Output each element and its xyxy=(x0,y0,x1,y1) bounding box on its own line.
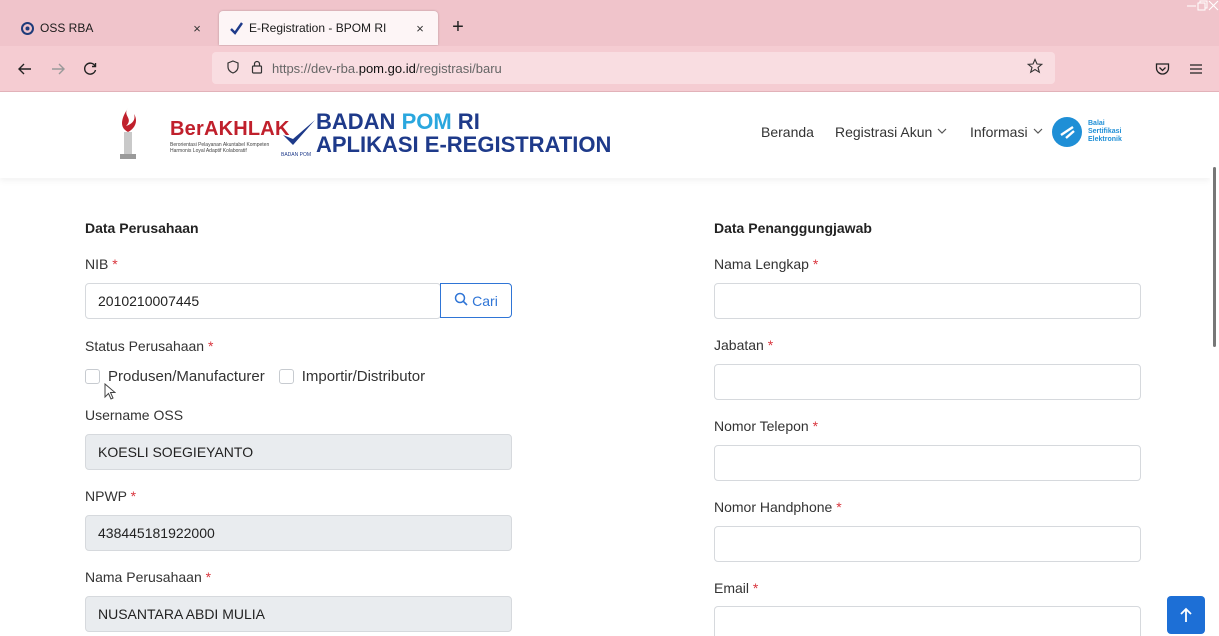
minimize-icon[interactable] xyxy=(1186,0,1197,32)
nama-perusahaan-label: Nama Perusahaan * xyxy=(85,569,212,585)
chevron-down-icon xyxy=(1033,127,1043,138)
address-bar[interactable]: https://dev-rba.pom.go.id/registrasi/bar… xyxy=(212,52,1055,84)
scroll-to-top-button[interactable] xyxy=(1167,596,1205,634)
lock-icon[interactable] xyxy=(248,60,266,77)
restore-icon[interactable] xyxy=(1197,0,1208,32)
close-icon[interactable]: × xyxy=(189,21,205,36)
reload-icon[interactable] xyxy=(79,58,101,80)
npwp-input[interactable]: 438445181922000 xyxy=(85,515,512,551)
oss-icon xyxy=(20,21,34,35)
tab-title: OSS RBA xyxy=(40,21,94,35)
bpom-small-text: BADAN POM xyxy=(281,152,312,158)
berakhlak-torch-logo xyxy=(120,108,136,159)
back-arrow-icon[interactable] xyxy=(14,58,36,80)
bpom-check-logo xyxy=(283,120,315,145)
jabatan-input[interactable] xyxy=(714,364,1141,400)
checkbox-importir-label[interactable]: Importir/Distributor xyxy=(302,368,425,385)
forward-arrow-icon[interactable] xyxy=(47,58,69,80)
app-title: BADAN POM RI APLIKASI E-REGISTRATION xyxy=(316,109,612,157)
window-controls xyxy=(1186,0,1219,32)
nama-perusahaan-input[interactable]: NUSANTARA ABDI MULIA xyxy=(85,596,512,632)
pocket-icon[interactable] xyxy=(1151,58,1173,80)
browser-nav-bar: https://dev-rba.pom.go.id/registrasi/bar… xyxy=(0,46,1219,92)
page-scrollbar[interactable] xyxy=(1210,92,1219,636)
section-title-company: Data Perusahaan xyxy=(85,220,199,236)
scrollbar-thumb[interactable] xyxy=(1213,167,1216,347)
menu-registrasi-akun[interactable]: Registrasi Akun xyxy=(835,124,947,140)
menu-informasi[interactable]: Informasi xyxy=(970,124,1043,140)
npwp-label: NPWP * xyxy=(85,488,137,504)
tab-e-registration[interactable]: E-Registration - BPOM RI × xyxy=(219,11,438,45)
section-title-responsible: Data Penanggungjawab xyxy=(714,220,872,236)
hamburger-menu-icon[interactable] xyxy=(1185,58,1207,80)
url-text[interactable]: https://dev-rba.pom.go.id/registrasi/bar… xyxy=(272,61,502,76)
search-icon xyxy=(454,292,468,309)
window-close-icon[interactable] xyxy=(1208,0,1219,32)
site-header: BerAKHLAK Berorientasi Pelayanan Akuntab… xyxy=(0,92,1210,178)
berakhlak-logo: BerAKHLAK Berorientasi Pelayanan Akuntab… xyxy=(170,118,290,154)
nomor-handphone-label: Nomor Handphone * xyxy=(714,499,842,515)
close-icon[interactable]: × xyxy=(412,21,428,36)
bookmark-star-icon[interactable] xyxy=(1026,58,1044,79)
mouse-cursor-icon xyxy=(104,382,117,403)
nib-input[interactable]: 2010210007445 xyxy=(85,283,441,319)
shield-icon[interactable] xyxy=(224,59,242,77)
menu-beranda[interactable]: Beranda xyxy=(761,124,814,140)
checkbox-produsen-label[interactable]: Produsen/Manufacturer xyxy=(108,368,265,385)
nomor-telepon-input[interactable] xyxy=(714,445,1141,481)
tab-oss-rba[interactable]: OSS RBA × xyxy=(10,11,215,45)
nib-label: NIB * xyxy=(85,256,118,272)
bsre-emblem-icon xyxy=(1052,117,1082,147)
bsre-logo: Balai Sertifikasi Elektronik xyxy=(1052,114,1140,150)
nomor-handphone-input[interactable] xyxy=(714,526,1141,562)
nama-lengkap-input[interactable] xyxy=(714,283,1141,319)
checkbox-produsen[interactable] xyxy=(85,369,100,384)
chevron-down-icon xyxy=(937,127,947,138)
checkmark-icon xyxy=(229,21,243,35)
arrow-up-icon xyxy=(1180,607,1192,622)
nomor-telepon-label: Nomor Telepon * xyxy=(714,418,819,434)
status-label: Status Perusahaan * xyxy=(85,338,214,354)
email-label: Email * xyxy=(714,580,759,596)
new-tab-button[interactable]: + xyxy=(446,15,470,39)
browser-tab-bar: OSS RBA × E-Registration - BPOM RI × + xyxy=(0,0,1219,46)
cari-button[interactable]: Cari xyxy=(440,283,512,318)
jabatan-label: Jabatan * xyxy=(714,337,774,353)
tab-title: E-Registration - BPOM RI xyxy=(249,21,387,35)
username-label: Username OSS xyxy=(85,407,184,423)
nama-lengkap-label: Nama Lengkap * xyxy=(714,256,819,272)
status-options: Produsen/Manufacturer Importir/Distribut… xyxy=(85,368,425,385)
checkbox-importir[interactable] xyxy=(278,369,294,384)
email-input[interactable] xyxy=(714,606,1141,636)
username-input[interactable]: KOESLI SOEGIEYANTO xyxy=(85,434,512,470)
